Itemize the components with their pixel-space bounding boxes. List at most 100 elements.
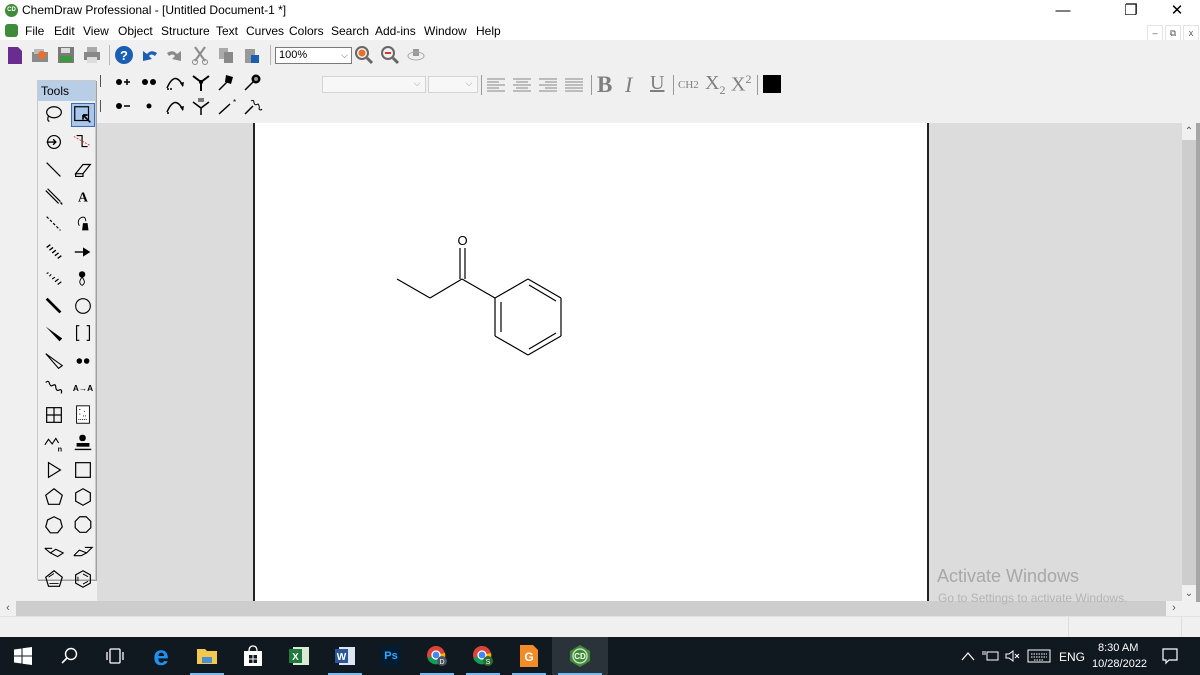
menu-structure[interactable]: Structure bbox=[161, 24, 210, 38]
wedge-attach-icon[interactable]: * bbox=[216, 96, 238, 116]
menu-help[interactable]: Help bbox=[476, 24, 501, 38]
tool-triangle[interactable] bbox=[42, 458, 66, 482]
tool-chain[interactable] bbox=[71, 130, 95, 154]
radical-icon[interactable] bbox=[138, 96, 160, 116]
language-indicator[interactable]: ENG bbox=[1059, 650, 1085, 664]
double-curved-arrow-icon[interactable] bbox=[164, 72, 186, 92]
align-center-icon[interactable] bbox=[512, 76, 532, 94]
clock-date[interactable]: 10/28/2022 bbox=[1092, 658, 1147, 670]
tool-marquee[interactable] bbox=[71, 103, 95, 127]
tool-cycloheptane[interactable] bbox=[42, 513, 66, 537]
tool-bold-bond[interactable] bbox=[42, 294, 66, 318]
scroll-left-button[interactable]: ‹ bbox=[0, 601, 16, 616]
volume-muted-icon[interactable] bbox=[1004, 649, 1022, 663]
tool-text[interactable]: A bbox=[71, 185, 95, 209]
tool-multiple-bond[interactable] bbox=[42, 185, 66, 209]
attachment-point-icon[interactable] bbox=[216, 72, 238, 92]
document-icon[interactable] bbox=[5, 24, 18, 37]
align-left-icon[interactable] bbox=[486, 76, 506, 94]
tool-templates[interactable] bbox=[71, 431, 95, 455]
tool-orbital[interactable] bbox=[71, 267, 95, 291]
undo-icon[interactable] bbox=[139, 45, 159, 65]
scroll-right-button[interactable]: › bbox=[1166, 601, 1182, 616]
battery-icon[interactable] bbox=[982, 649, 1000, 663]
tool-drawing-elements[interactable] bbox=[71, 294, 95, 318]
zoom-out-icon[interactable] bbox=[380, 45, 400, 65]
wavy-attach-icon[interactable] bbox=[242, 96, 264, 116]
tool-brackets[interactable] bbox=[71, 321, 95, 345]
menu-window[interactable]: Window bbox=[424, 24, 467, 38]
menu-file[interactable]: File bbox=[25, 24, 44, 38]
tool-chair-1[interactable] bbox=[42, 540, 66, 564]
zoom-in-icon[interactable] bbox=[354, 45, 374, 65]
tool-wavy-bond[interactable] bbox=[42, 376, 66, 400]
tool-cyclopentadiene[interactable] bbox=[42, 567, 66, 591]
radical-anion-icon[interactable] bbox=[112, 96, 134, 116]
taskbar-word[interactable]: W bbox=[322, 637, 368, 675]
scroll-up-button[interactable]: ⌃ bbox=[1182, 123, 1196, 140]
menu-curves[interactable]: Curves bbox=[246, 24, 284, 38]
superscript-button[interactable]: X2 bbox=[731, 72, 751, 97]
keyboard-icon[interactable] bbox=[1027, 649, 1051, 663]
tool-wedge-bond[interactable] bbox=[42, 321, 66, 345]
tool-chemical-symbols[interactable] bbox=[71, 349, 95, 373]
font-select[interactable]: ⌵ bbox=[322, 76, 426, 93]
font-size-select[interactable]: ⌵ bbox=[428, 76, 478, 93]
close-button[interactable]: ✕ bbox=[1154, 0, 1200, 22]
document-page[interactable]: O bbox=[253, 123, 929, 602]
copy-icon[interactable] bbox=[216, 45, 236, 65]
tool-dashed-bond[interactable] bbox=[42, 212, 66, 236]
taskbar-file-explorer[interactable] bbox=[184, 637, 230, 675]
open-icon[interactable] bbox=[30, 45, 50, 65]
menu-view[interactable]: View bbox=[83, 24, 109, 38]
taskbar-photoshop[interactable]: Ps bbox=[368, 637, 414, 675]
menu-text[interactable]: Text bbox=[216, 24, 238, 38]
lone-pair-y-alt-icon[interactable] bbox=[190, 96, 212, 116]
tool-tlc-plate[interactable] bbox=[71, 403, 95, 427]
redo-icon[interactable] bbox=[165, 45, 185, 65]
taskbar-edge[interactable]: e bbox=[138, 637, 184, 675]
zoom-select[interactable]: 100% ⌵ bbox=[275, 47, 352, 64]
menu-edit[interactable]: Edit bbox=[54, 24, 75, 38]
tool-rectangle[interactable] bbox=[71, 458, 95, 482]
subscript-button[interactable]: X2 bbox=[705, 72, 725, 98]
print-icon[interactable] bbox=[82, 45, 102, 65]
rotate-3d-icon[interactable] bbox=[406, 45, 426, 65]
tool-pen[interactable] bbox=[71, 212, 95, 236]
oxygen-atom-label[interactable]: O bbox=[457, 233, 467, 248]
paste-icon[interactable] bbox=[242, 45, 262, 65]
tool-structure-perspective[interactable] bbox=[42, 130, 66, 154]
color-picker-button[interactable] bbox=[763, 75, 781, 93]
radical-cation-icon[interactable] bbox=[112, 72, 134, 92]
taskbar-chemdraw[interactable]: CD bbox=[552, 637, 608, 675]
scroll-down-button[interactable]: ⌄ bbox=[1182, 585, 1196, 602]
formula-button[interactable]: CH2 bbox=[678, 79, 699, 91]
tool-eraser[interactable] bbox=[71, 158, 95, 182]
tool-query[interactable]: A→A bbox=[71, 376, 95, 400]
tool-hashed-wedge-bond[interactable] bbox=[42, 267, 66, 291]
lone-pair-y-icon[interactable] bbox=[190, 72, 212, 92]
taskbar-store[interactable] bbox=[230, 637, 276, 675]
menu-add-ins[interactable]: Add-ins bbox=[375, 24, 416, 38]
tool-cyclopentane[interactable] bbox=[42, 485, 66, 509]
save-icon[interactable] bbox=[56, 45, 76, 65]
bold-button[interactable]: B bbox=[597, 72, 612, 98]
menu-object[interactable]: Object bbox=[118, 24, 153, 38]
tool-hashed-bond[interactable] bbox=[42, 240, 66, 264]
tool-table[interactable] bbox=[42, 403, 66, 427]
tool-hollow-wedge-bond[interactable] bbox=[42, 349, 66, 373]
tool-cyclohexane[interactable] bbox=[71, 485, 95, 509]
clock-time[interactable]: 8:30 AM bbox=[1098, 642, 1138, 654]
tool-chair-2[interactable] bbox=[71, 540, 95, 564]
taskbar-foxit-pdf[interactable]: G bbox=[506, 637, 552, 675]
vertical-scrollbar[interactable]: ⌃ ⌄ bbox=[1182, 123, 1200, 602]
underline-button[interactable]: U bbox=[650, 72, 664, 95]
restore-button[interactable]: ❐ bbox=[1108, 0, 1154, 22]
molecule-drawing[interactable]: O bbox=[255, 123, 927, 602]
cut-icon[interactable] bbox=[190, 45, 210, 65]
attachment-point-alt-icon[interactable] bbox=[242, 72, 264, 92]
italic-button[interactable]: I bbox=[625, 72, 632, 98]
tool-lasso[interactable] bbox=[42, 103, 66, 127]
doc-restore-button[interactable]: ⧉ bbox=[1165, 25, 1181, 41]
help-icon[interactable]: ? bbox=[114, 45, 134, 65]
